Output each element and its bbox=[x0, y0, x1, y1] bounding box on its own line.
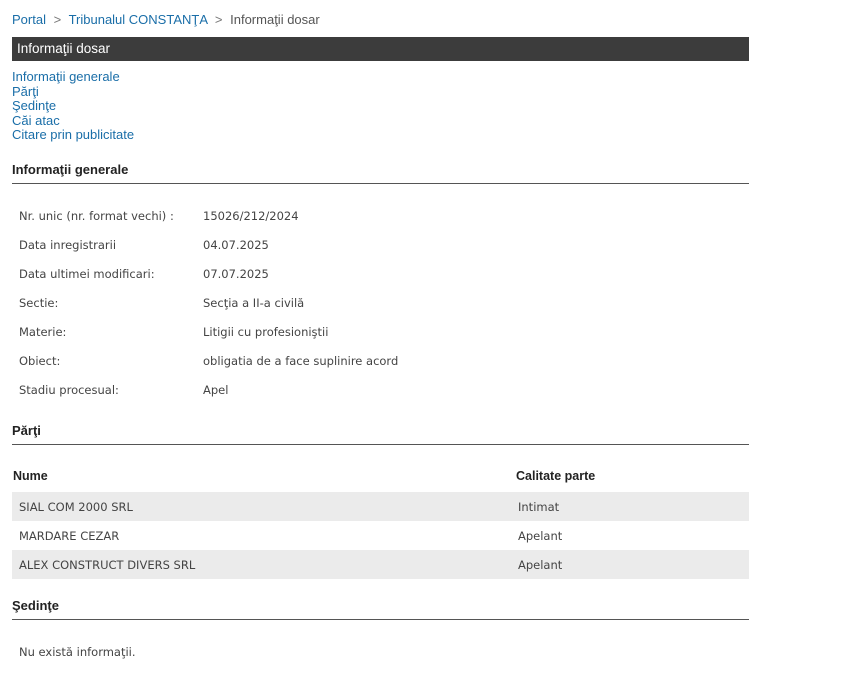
breadcrumb-separator: > bbox=[214, 12, 223, 27]
info-label: Obiect: bbox=[19, 354, 61, 368]
nav-link-sedinte[interactable]: Şedinţe bbox=[12, 98, 134, 114]
party-name: MARDARE CEZAR bbox=[19, 529, 120, 543]
table-row: ALEX CONSTRUCT DIVERS SRL Apelant bbox=[12, 550, 749, 579]
section-heading-informatii-generale: Informaţii generale bbox=[12, 162, 749, 184]
nav-link-parti[interactable]: Părţi bbox=[12, 84, 134, 100]
info-label: Nr. unic (nr. format vechi) : bbox=[19, 209, 174, 223]
party-name: ALEX CONSTRUCT DIVERS SRL bbox=[19, 558, 196, 572]
info-value: Apel bbox=[203, 383, 229, 397]
info-value: obligatia de a face suplinire acord bbox=[203, 354, 399, 368]
party-role: Intimat bbox=[518, 500, 560, 514]
info-value: Secţia a II-a civilă bbox=[203, 296, 305, 310]
table-row: SIAL COM 2000 SRL Intimat bbox=[12, 492, 749, 521]
section-heading-sedinte: Şedinţe bbox=[12, 598, 749, 620]
party-name: SIAL COM 2000 SRL bbox=[19, 500, 133, 514]
column-header-calitate-parte: Calitate parte bbox=[516, 469, 596, 483]
info-label: Data inregistrarii bbox=[19, 238, 117, 252]
nav-link-citare-prin-publicitate[interactable]: Citare prin publicitate bbox=[12, 127, 134, 143]
info-label: Materie: bbox=[19, 325, 67, 339]
page-title: Informaţii dosar bbox=[12, 37, 749, 61]
info-value: 07.07.2025 bbox=[203, 267, 269, 281]
breadcrumb-portal-link[interactable]: Portal bbox=[12, 12, 46, 27]
info-value: Litigii cu profesioniştii bbox=[203, 325, 329, 339]
info-value: 04.07.2025 bbox=[203, 238, 269, 252]
section-heading-parti: Părţi bbox=[12, 423, 749, 445]
party-role: Apelant bbox=[518, 558, 563, 572]
party-role: Apelant bbox=[518, 529, 563, 543]
nav-link-cai-atac[interactable]: Căi atac bbox=[12, 113, 134, 129]
nav-link-informatii-generale[interactable]: Informaţii generale bbox=[12, 69, 134, 85]
table-row: MARDARE CEZAR Apelant bbox=[12, 521, 749, 550]
info-label: Stadiu procesual: bbox=[19, 383, 119, 397]
breadcrumb-tribunal-link[interactable]: Tribunalul CONSTANŢA bbox=[69, 12, 208, 27]
info-label: Data ultimei modificari: bbox=[19, 267, 155, 281]
info-value: 15026/212/2024 bbox=[203, 209, 299, 223]
column-header-nume: Nume bbox=[13, 469, 48, 483]
no-info-message: Nu există informaţii. bbox=[19, 645, 136, 659]
breadcrumb-current: Informaţii dosar bbox=[230, 12, 320, 27]
section-nav: Informaţii generale Părţi Şedinţe Căi at… bbox=[12, 69, 134, 143]
breadcrumb: Portal > Tribunalul CONSTANŢA > Informaţ… bbox=[12, 12, 320, 27]
breadcrumb-separator: > bbox=[53, 12, 62, 27]
info-label: Sectie: bbox=[19, 296, 59, 310]
